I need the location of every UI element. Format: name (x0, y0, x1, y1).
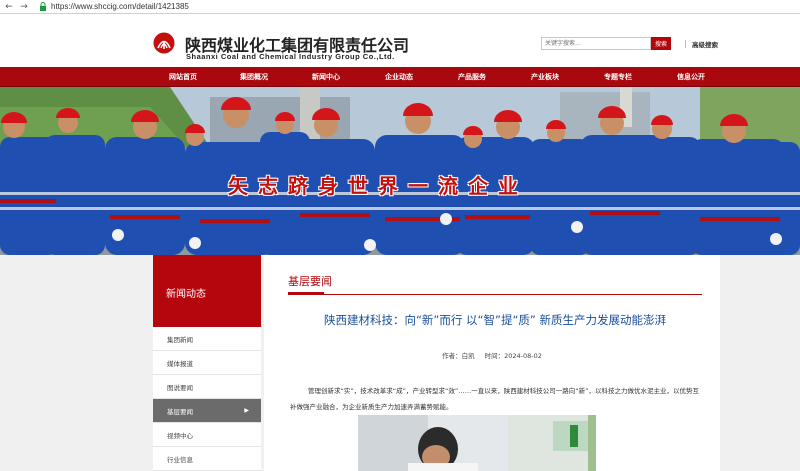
nav-item-overview[interactable]: 集团概况 (226, 67, 282, 87)
sidebar-menu: 集团新闻 媒体报道 图说要闻 基层要闻 ▶ 视频中心 行业信息 (153, 327, 261, 471)
company-name-en[interactable]: Shaanxi Coal and Chemical Industry Group… (186, 52, 395, 61)
divider (685, 40, 686, 48)
arrow-right-icon: ▶ (244, 407, 249, 414)
section-title: 基层要闻 (288, 275, 332, 288)
forward-arrow-icon[interactable]: → (18, 1, 30, 13)
article-panel: 基层要闻 陕西建材科技：向“新”而行 以“智”提“质” 新质生产力发展动能澎湃 … (264, 255, 720, 471)
sidebar-item-label: 基层要闻 (167, 407, 193, 416)
lock-icon (38, 2, 48, 12)
time-label: 时间： (484, 352, 505, 360)
article-title: 陕西建材科技：向“新”而行 以“智”提“质” 新质生产力发展动能澎湃 (323, 313, 667, 327)
site-header: 陕西煤业化工集团有限责任公司 Shaanxi Coal and Chemical… (0, 14, 800, 67)
article-photo (358, 415, 596, 471)
section-underline (288, 292, 324, 295)
sidebar-item-industry[interactable]: 行业信息 (153, 447, 261, 471)
search-input[interactable] (541, 37, 651, 50)
sidebar-title: 新闻动态 (166, 289, 206, 300)
sidebar-item-video[interactable]: 视频中心 (153, 423, 261, 447)
back-arrow-icon[interactable]: ← (3, 1, 15, 13)
sidebar-item-media[interactable]: 媒体报道 (153, 351, 261, 375)
banner-slogan: 矢志跻身世界一流企业 (228, 174, 528, 198)
sidebar-item-picture-news[interactable]: 图说要闻 (153, 375, 261, 399)
sidebar-item-grassroots[interactable]: 基层要闻 ▶ (153, 399, 261, 423)
advanced-search-link[interactable]: 高级搜索 (692, 39, 718, 49)
company-logo-icon[interactable] (153, 32, 175, 54)
url-text[interactable]: https://www.shccig.com/detail/1421385 (51, 2, 189, 11)
sidebar-header: 新闻动态 (153, 255, 261, 327)
nav-item-topics[interactable]: 专题专栏 (590, 67, 646, 87)
main-nav: 网站首页 集团概况 新闻中心 企业动态 产品服务 产业板块 专题专栏 信息公开 (0, 67, 800, 87)
nav-item-news[interactable]: 新闻中心 (298, 67, 354, 87)
search-button[interactable]: 搜索 (651, 37, 671, 50)
sidebar-item-group-news[interactable]: 集团新闻 (153, 327, 261, 351)
nav-item-enterprise[interactable]: 企业动态 (371, 67, 427, 87)
publish-time: 2024-08-02 (504, 352, 542, 360)
divider (288, 294, 702, 295)
article-meta: 作者：白凯 时间：2024-08-02 (264, 350, 720, 360)
browser-address-bar[interactable]: ← → https://www.shccig.com/detail/142138… (0, 0, 800, 14)
author: 白凯 (461, 352, 475, 360)
author-label: 作者： (442, 352, 462, 360)
nav-item-disclosure[interactable]: 信息公开 (663, 67, 719, 87)
hero-banner: 矢志跻身世界一流企业 (0, 87, 800, 255)
article-paragraph: 管理创新求“实”，技术改革求“成”，产业转型求“效”……一直以来，陕西建材科技公… (290, 387, 699, 411)
nav-item-home[interactable]: 网站首页 (155, 67, 211, 87)
nav-item-sectors[interactable]: 产业板块 (517, 67, 573, 87)
nav-item-products[interactable]: 产品服务 (444, 67, 500, 87)
